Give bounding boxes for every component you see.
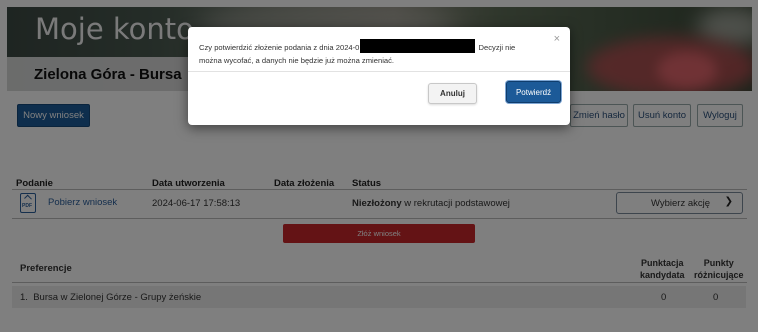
redacted-text: [360, 39, 476, 53]
confirm-button[interactable]: Potwierdź: [506, 81, 561, 103]
cancel-button[interactable]: Anuluj: [428, 83, 477, 104]
confirm-message: Czy potwierdzić złożenie podania z dnia …: [199, 39, 529, 67]
confirm-dialog: Czy potwierdzić złożenie podania z dnia …: [188, 27, 570, 125]
close-icon[interactable]: ×: [554, 33, 560, 45]
dialog-divider: [188, 71, 570, 72]
